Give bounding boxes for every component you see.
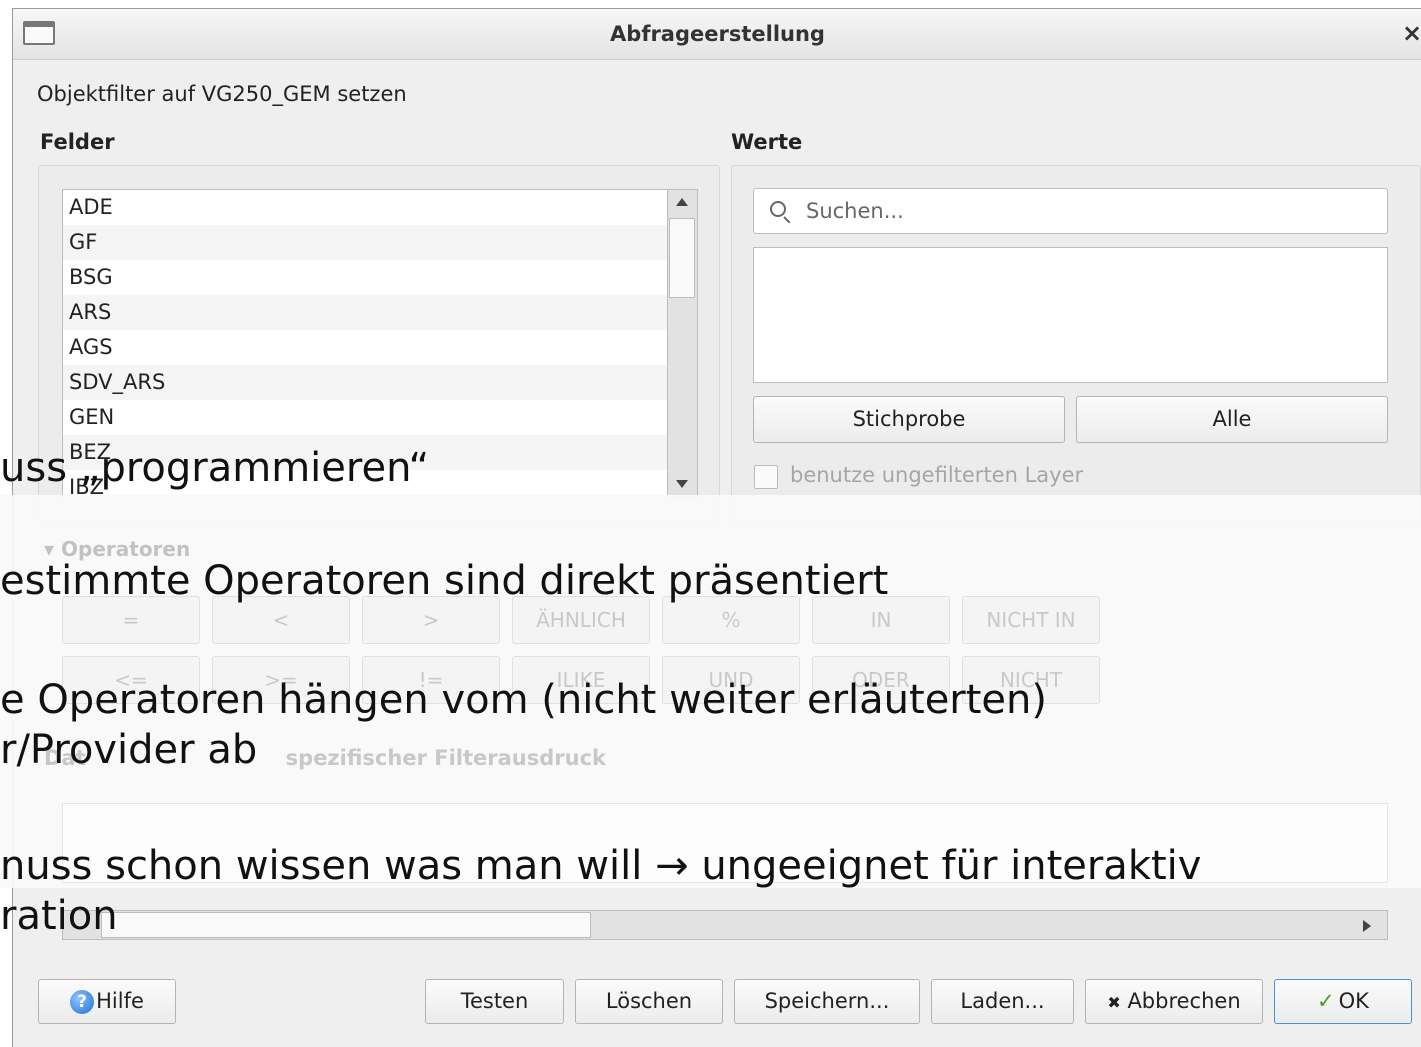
load-button[interactable]: Laden... <box>931 979 1074 1024</box>
values-search-input[interactable]: Suchen... <box>753 188 1388 234</box>
field-item[interactable]: ADE <box>63 190 667 225</box>
window-title: Abfrageerstellung <box>610 22 825 46</box>
help-icon: ? <box>70 990 95 1014</box>
save-button[interactable]: Speichern... <box>734 979 920 1024</box>
expression-hscrollbar[interactable] <box>62 910 1388 940</box>
slide-text-line-1: uss „programmieren“ <box>0 445 430 491</box>
scroll-thumb[interactable] <box>669 218 695 298</box>
scroll-right-icon[interactable] <box>1363 920 1371 932</box>
op-not-in-button[interactable]: NICHT IN <box>962 596 1100 644</box>
use-unfiltered-checkbox[interactable] <box>754 465 778 489</box>
scroll-up-icon[interactable] <box>676 198 688 206</box>
all-button[interactable]: Alle <box>1076 396 1388 443</box>
cancel-icon: ✖ <box>1107 993 1121 1012</box>
cancel-button[interactable]: ✖ Abbrechen <box>1085 979 1263 1024</box>
filter-target-label: Objektfilter auf VG250_GEM setzen <box>37 82 407 106</box>
slide-text-line-6: ration <box>0 893 118 939</box>
field-item[interactable]: BSG <box>63 260 667 295</box>
ok-button[interactable]: ✓ OK <box>1274 979 1412 1024</box>
check-icon: ✓ <box>1317 989 1335 1013</box>
sample-button[interactable]: Stichprobe <box>753 396 1065 443</box>
slide-text-line-2: estimmte Operatoren sind direkt präsenti… <box>0 558 889 604</box>
fields-scrollbar[interactable] <box>668 189 698 499</box>
scroll-down-icon[interactable] <box>676 480 688 488</box>
slide-text-line-3: e Operatoren hängen vom (nicht weiter er… <box>0 677 1047 723</box>
fields-title: Felder <box>40 130 115 154</box>
use-unfiltered-label: benutze ungefilterten Layer <box>790 463 1084 487</box>
slide-text-line-4: r/Provider ab <box>0 727 258 773</box>
field-item[interactable]: SDV_ARS <box>63 365 667 400</box>
close-icon[interactable]: × <box>1402 19 1421 47</box>
test-button[interactable]: Testen <box>425 979 564 1024</box>
slide-text-line-5: nuss schon wissen was man will → ungeeig… <box>0 843 1202 889</box>
field-item[interactable]: ARS <box>63 295 667 330</box>
clear-button[interactable]: Löschen <box>575 979 723 1024</box>
field-item[interactable]: AGS <box>63 330 667 365</box>
hscroll-thumb[interactable] <box>101 912 591 938</box>
search-placeholder: Suchen... <box>806 199 904 223</box>
field-item[interactable]: GF <box>63 225 667 260</box>
values-list[interactable] <box>753 247 1388 383</box>
help-button[interactable]: ? Hilfe <box>38 979 176 1024</box>
field-item[interactable]: GEN <box>63 400 667 435</box>
title-bar[interactable]: Abfrageerstellung × <box>13 9 1421 60</box>
search-icon <box>770 201 786 217</box>
values-title: Werte <box>731 130 803 154</box>
